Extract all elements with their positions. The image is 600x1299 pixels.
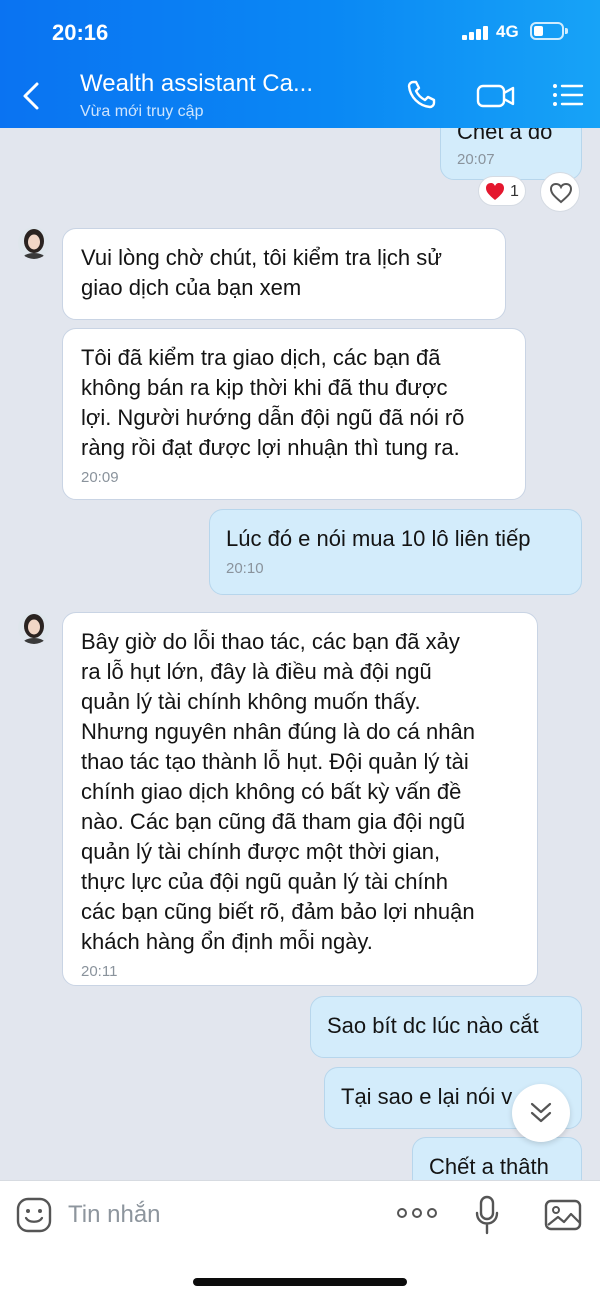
reaction-badge[interactable]: 1	[478, 176, 526, 206]
message-bubble-incoming[interactable]: Bây giờ do lỗi thao tác, các bạn đã xảy …	[62, 612, 538, 986]
menu-icon[interactable]	[550, 78, 586, 112]
chat-title[interactable]: Wealth assistant Ca...	[80, 70, 313, 98]
home-indicator	[193, 1278, 407, 1286]
message-bubble-outgoing[interactable]: Lúc đó e nói mua 10 lô liên tiếp 20:10	[209, 509, 582, 595]
chat-header: 20:16 4G Wealth assistant Ca... Vừa mới …	[0, 0, 600, 128]
message-text: Vui lòng chờ chút, tôi kiểm tra lịch sử …	[81, 245, 442, 300]
avatar[interactable]	[18, 227, 50, 259]
chevron-down-icon	[530, 1102, 552, 1123]
message-time: 20:10	[226, 560, 264, 577]
message-bubble-incoming[interactable]: Vui lòng chờ chút, tôi kiểm tra lịch sử …	[62, 228, 506, 320]
message-text: Sao bít dc lúc nào cắt	[327, 1013, 539, 1038]
message-bubble-outgoing[interactable]: Sao bít dc lúc nào cắt	[310, 996, 582, 1058]
heart-icon	[485, 182, 505, 202]
message-text: Tôi đã kiểm tra giao dịch, các bạn đã kh…	[81, 345, 465, 460]
message-input[interactable]: Tin nhắn	[68, 1201, 161, 1229]
react-heart-outline-icon[interactable]	[540, 172, 580, 212]
status-time: 20:16	[52, 20, 109, 45]
signal-icon	[462, 26, 490, 40]
avatar[interactable]	[18, 612, 50, 644]
message-text: Chết a đó	[457, 128, 553, 144]
image-icon[interactable]	[544, 1197, 582, 1231]
message-time: 20:09	[81, 469, 119, 486]
video-call-icon[interactable]	[476, 78, 515, 112]
scroll-to-bottom-button[interactable]	[512, 1084, 570, 1142]
microphone-icon[interactable]	[474, 1195, 500, 1235]
message-clip: Chết a thâth	[0, 1128, 600, 1180]
network-type: 4G	[496, 22, 519, 41]
message-time: 20:07	[457, 151, 495, 168]
battery-icon	[530, 22, 568, 40]
message-time: 20:11	[81, 963, 118, 980]
message-bubble-outgoing[interactable]: Chết a thâth	[412, 1137, 582, 1180]
message-bubble-incoming[interactable]: Tôi đã kiểm tra giao dịch, các bạn đã kh…	[62, 328, 526, 500]
sticker-icon[interactable]	[16, 1197, 52, 1233]
message-text: Chết a thâth	[429, 1154, 549, 1179]
chat-status: Vừa mới truy cập	[80, 103, 204, 120]
message-text: Lúc đó e nói mua 10 lô liên tiếp	[226, 526, 531, 551]
more-icon[interactable]	[396, 1205, 438, 1221]
reaction-count: 1	[510, 183, 519, 200]
phone-icon[interactable]	[404, 78, 440, 112]
back-icon[interactable]	[18, 80, 48, 112]
message-text: Bây giờ do lỗi thao tác, các bạn đã xảy …	[81, 629, 475, 954]
